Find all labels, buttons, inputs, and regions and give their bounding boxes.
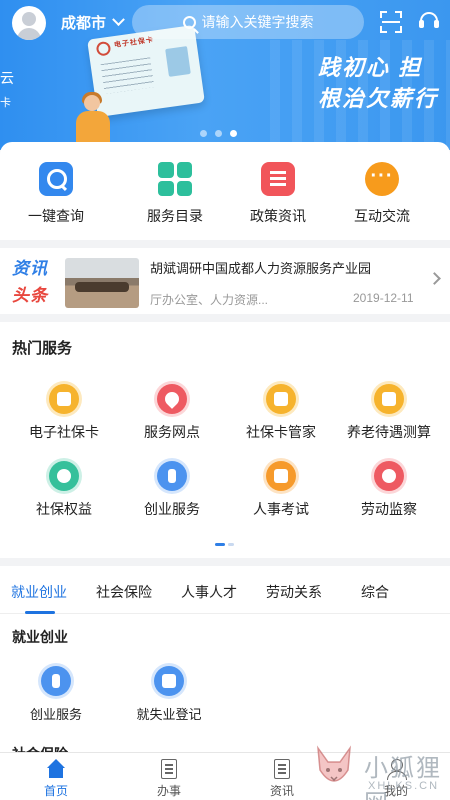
service-rights[interactable]: 社保权益 (8, 461, 120, 519)
section-title: 就业创业 (12, 629, 68, 645)
services-pagination (215, 543, 234, 546)
tab-social-insurance[interactable]: 社会保险 (96, 582, 152, 602)
pagination-dot[interactable] (228, 543, 234, 546)
news-title: 胡斌调研中国成都人力资源服务产业园 (150, 261, 372, 276)
chevron-down-icon (112, 13, 125, 27)
pagination-dot-active[interactable] (230, 130, 237, 137)
news-tag: 头条 (12, 286, 48, 305)
box-icon (374, 384, 404, 414)
nav-services[interactable]: 办事 (113, 759, 225, 799)
chat-icon (365, 162, 399, 196)
user-icon (386, 759, 407, 780)
grid-icon (158, 162, 192, 196)
news-thumbnail (65, 258, 139, 308)
quick-actions-panel: 一键查询 服务目录 政策资讯 互动交流 (0, 142, 450, 240)
service-label: 电子社保卡 (29, 424, 99, 440)
slogan-line: 践初心 担 (318, 55, 423, 80)
nav-home[interactable]: 首页 (0, 759, 112, 799)
service-exam[interactable]: 人事考试 (225, 461, 337, 519)
scan-icon[interactable] (380, 11, 402, 33)
banner-slogan: 践初心 担 根治欠薪行 (318, 52, 438, 114)
news-date: 2019-12-11 (353, 291, 414, 305)
card-text-lines (100, 57, 155, 94)
search-icon (182, 15, 196, 29)
quick-action-policy[interactable]: 政策资讯 (222, 162, 334, 226)
pagination-dot-active[interactable] (215, 543, 225, 546)
search-icon (39, 162, 73, 196)
banner-pagination (200, 130, 237, 137)
tie-icon (157, 461, 187, 491)
service-labor-inspection[interactable]: 劳动监察 (333, 461, 445, 519)
banner-edge-text: 卡 (0, 97, 11, 109)
exam-icon (266, 461, 296, 491)
tab-general[interactable]: 综合 (361, 582, 389, 602)
slogan-line: 根治欠薪行 (318, 86, 439, 111)
nav-news[interactable]: 资讯 (226, 759, 338, 799)
service-outlets[interactable]: 服务网点 (116, 384, 228, 442)
card-manager-icon (266, 384, 296, 414)
service-label: 创业服务 (29, 707, 82, 722)
top-bar: 成都市 请输入关键字搜索 (0, 0, 450, 44)
service-label: 就失业登记 (136, 707, 202, 722)
nav-me[interactable]: 我的 (340, 759, 450, 799)
tie-icon (41, 666, 71, 696)
book-icon (261, 162, 295, 196)
avatar[interactable] (12, 6, 46, 40)
service-startup[interactable]: 创业服务 (0, 666, 112, 723)
service-label: 社保卡管家 (246, 424, 316, 440)
quick-action-interact[interactable]: 互动交流 (326, 162, 438, 226)
pagination-dot[interactable] (200, 130, 207, 137)
quick-action-label: 互动交流 (354, 208, 410, 224)
nav-label: 我的 (383, 784, 408, 798)
active-tab-indicator (25, 611, 55, 614)
service-label: 创业服务 (144, 501, 200, 517)
quick-action-query[interactable]: 一键查询 (0, 162, 112, 226)
nav-label: 资讯 (269, 784, 294, 798)
search-input[interactable]: 请输入关键字搜索 (132, 5, 364, 39)
location-pin-icon (157, 384, 187, 414)
card-photo (165, 46, 191, 77)
service-label: 劳动监察 (361, 501, 417, 517)
headline-news[interactable]: 资讯 头条 胡斌调研中国成都人力资源服务产业园 厅办公室、人力资源... 201… (0, 248, 450, 314)
badge-icon (49, 461, 79, 491)
bottom-navigation: 首页 办事 资讯 我的 (0, 752, 450, 800)
service-pension-calc[interactable]: 养老待遇测算 (333, 384, 445, 442)
nav-label: 办事 (156, 784, 181, 798)
service-label: 社保权益 (36, 501, 92, 517)
inspect-icon (374, 461, 404, 491)
service-label: 人事考试 (253, 501, 309, 517)
hot-services: 热门服务 电子社保卡 服务网点 社保卡管家 养老待遇测算 社保权益 创业服务 人… (0, 322, 450, 558)
news-source: 厅办公室、人力资源... (150, 293, 269, 307)
news-tag: 资讯 (12, 259, 48, 278)
quick-action-label: 政策资讯 (250, 208, 306, 224)
city-selector[interactable]: 成都市 (61, 12, 125, 33)
service-e-card[interactable]: 电子社保卡 (8, 384, 120, 442)
banner-edge-text: 云 (0, 70, 14, 86)
quick-action-label: 一键查询 (28, 208, 84, 224)
tab-employment[interactable]: 就业创业 (11, 582, 67, 602)
tab-personnel[interactable]: 人事人才 (181, 582, 237, 602)
tab-labor-relations[interactable]: 劳动关系 (266, 582, 322, 602)
city-label: 成都市 (61, 15, 107, 32)
id-card-icon (49, 384, 79, 414)
document-icon (161, 759, 177, 779)
nav-label: 首页 (43, 784, 68, 798)
service-label: 服务网点 (144, 424, 200, 440)
service-unemployment-registration[interactable]: 就失业登记 (113, 666, 225, 723)
customer-service-icon[interactable] (418, 11, 440, 33)
briefcase-icon (154, 666, 184, 696)
service-label: 养老待遇测算 (347, 424, 431, 440)
quick-action-label: 服务目录 (147, 208, 203, 224)
search-placeholder: 请输入关键字搜索 (201, 14, 314, 30)
service-startup[interactable]: 创业服务 (116, 461, 228, 519)
home-icon (46, 759, 66, 779)
quick-action-catalog[interactable]: 服务目录 (119, 162, 231, 226)
pagination-dot[interactable] (215, 130, 222, 137)
section-title: 热门服务 (12, 340, 73, 357)
category-tabbar: 就业创业 社会保险 人事人才 劳动关系 综合 (0, 566, 450, 614)
news-icon (274, 759, 290, 779)
chevron-right-icon (428, 272, 441, 285)
service-card-manager[interactable]: 社保卡管家 (225, 384, 337, 442)
